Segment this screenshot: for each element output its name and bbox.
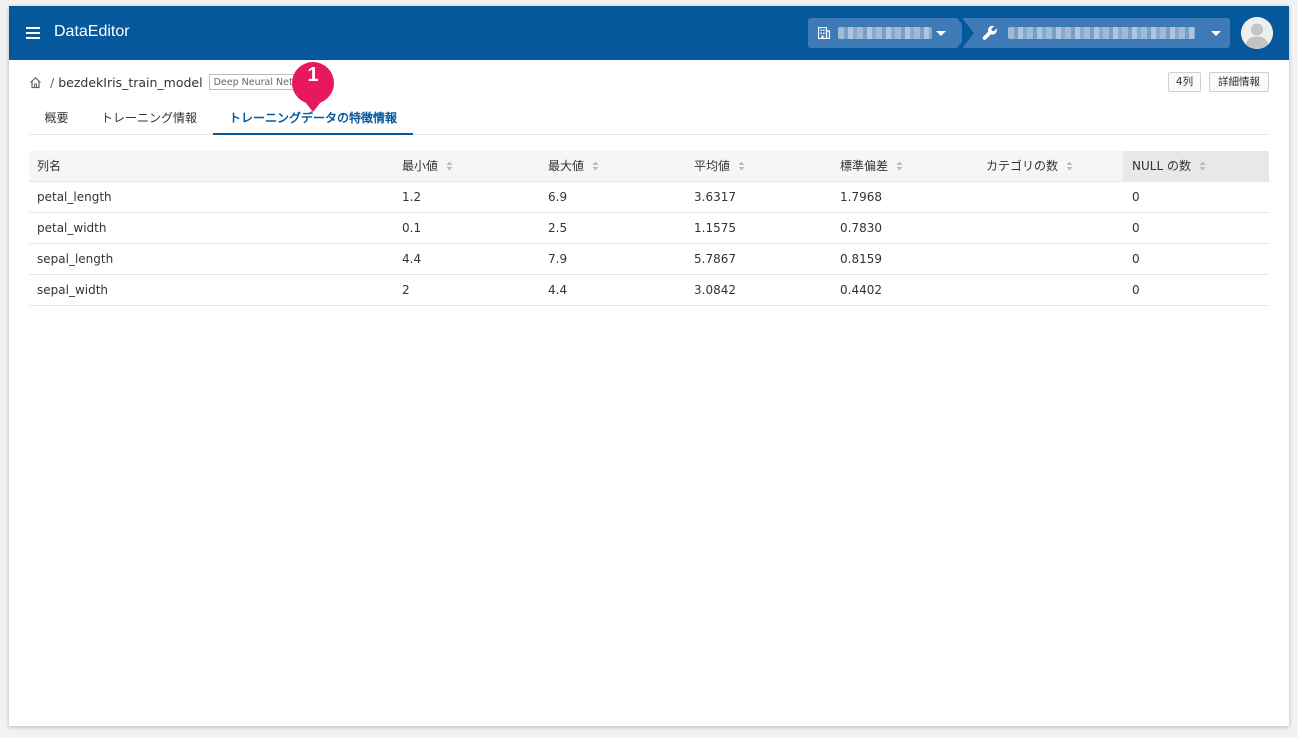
cell-null-count: 0 [1132,283,1140,297]
wrench-icon [982,25,997,40]
cell-null-count: 0 [1132,252,1140,266]
cell-stddev: 0.4402 [840,283,882,297]
cell-max: 4.4 [548,283,568,297]
callout-number: 1 [307,64,319,86]
cell-column-name: sepal_length [37,252,114,266]
cell-min: 4.4 [402,252,422,266]
organization-name-redacted [838,27,932,39]
column-header-max[interactable]: 最大値 [548,151,688,181]
cell-max: 2.5 [548,221,568,235]
column-header-min[interactable]: 最小値 [402,151,542,181]
menu-icon[interactable] [26,27,40,39]
tab-training-info[interactable]: トレーニング情報 [93,110,205,135]
project-name-redacted [1008,27,1195,39]
callout-marker: 1 [289,61,337,116]
cell-null-count: 0 [1132,221,1140,235]
table-row: sepal_length 4.4 7.9 5.7867 0.8159 0 [29,244,1269,275]
breadcrumb: / bezdekIris_train_model Deep Neural Net… [29,74,309,90]
cell-min: 2 [402,283,410,297]
cell-stddev: 1.7968 [840,190,882,204]
chevron-down-icon [1211,31,1221,36]
sort-icon[interactable] [446,161,453,171]
cell-max: 6.9 [548,190,568,204]
sort-icon[interactable] [1066,161,1073,171]
app-window: DataEditor / bezdekIris_train_model Deep… [9,6,1289,726]
column-header-null-count[interactable]: NULL の数 [1123,151,1269,181]
column-header-name: 列名 [37,159,62,173]
chevron-down-icon [936,31,946,36]
cell-mean: 5.7867 [694,252,736,266]
cell-max: 7.9 [548,252,568,266]
column-header-category-count[interactable]: カテゴリの数 [986,151,1126,181]
table-row: petal_width 0.1 2.5 1.1575 0.7830 0 [29,213,1269,244]
cell-mean: 1.1575 [694,221,736,235]
sort-icon[interactable] [738,161,745,171]
details-button[interactable]: 詳細情報 [1209,72,1269,92]
tab-overview[interactable]: 概要 [29,110,84,135]
cell-mean: 3.0842 [694,283,736,297]
user-icon [1241,17,1273,49]
table-row: petal_length 1.2 6.9 3.6317 1.7968 0 [29,182,1269,213]
cell-stddev: 0.7830 [840,221,882,235]
app-title: DataEditor [54,23,130,40]
cell-min: 1.2 [402,190,422,204]
table-header: 列名 最小値 最大値 平均値 標準偏差 カテゴリの数 NULL の数 [29,151,1269,182]
building-icon [818,27,830,39]
cell-stddev: 0.8159 [840,252,882,266]
feature-table: 列名 最小値 最大値 平均値 標準偏差 カテゴリの数 NULL の数 petal… [29,151,1269,306]
table-row: sepal_width 2 4.4 3.0842 0.4402 0 [29,275,1269,306]
organization-selector[interactable] [808,18,969,48]
top-bar: DataEditor [9,6,1289,60]
cell-column-name: sepal_width [37,283,109,297]
columns-count-button[interactable]: 4列 [1168,72,1201,92]
cell-column-name: petal_width [37,221,107,235]
home-icon[interactable] [29,76,42,89]
sort-icon[interactable] [1199,161,1206,171]
breadcrumb-model-name: bezdekIris_train_model [58,74,203,90]
breadcrumb-separator: / [50,74,55,90]
column-header-stddev[interactable]: 標準偏差 [840,151,980,181]
column-header-mean[interactable]: 平均値 [694,151,834,181]
tab-bar: 概要 トレーニング情報 トレーニングデータの特徴情報 [29,110,1269,135]
cell-column-name: petal_length [37,190,112,204]
cell-null-count: 0 [1132,190,1140,204]
user-avatar[interactable] [1241,17,1273,49]
cell-mean: 3.6317 [694,190,736,204]
sort-icon[interactable] [592,161,599,171]
cell-min: 0.1 [402,221,422,235]
project-selector[interactable] [962,18,1230,48]
sort-icon[interactable] [896,161,903,171]
